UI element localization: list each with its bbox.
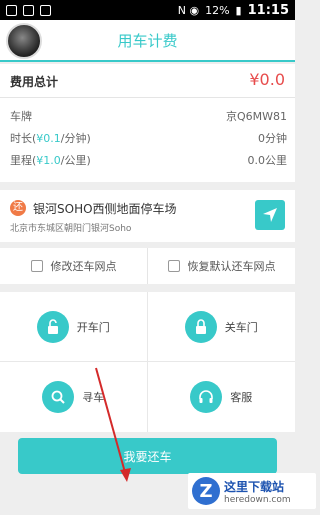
mileage-value: 0.0公里 [247,154,288,167]
plate-label: 车牌 [10,110,32,123]
parking-card: 还 银河SOHO西侧地面停车场 北京市东城区朝阳门银河Soho [0,190,295,242]
duration-row: 时长(¥0.1/分钟) 0分钟 [10,130,287,146]
parking-name: 银河SOHO西侧地面停车场 [33,202,177,216]
status-bar: N ◉ 12% ▮ 11:15 [0,0,295,20]
clock: 11:15 [247,2,289,18]
mileage-label: 里程(¥1.0/公里) [10,154,91,167]
fee-total-label: 费用总计 [10,75,59,89]
watermark-url: heredown.com [224,494,291,505]
restore-icon [167,260,180,272]
search-notification-icon [40,4,51,16]
navigate-button[interactable] [255,200,285,230]
fee-total-value: ¥0.0 [249,70,285,89]
divider [0,97,295,98]
parking-address: 北京市东城区朝阳门银河Soho [10,224,132,234]
modify-return-point-label: 修改还车网点 [50,260,117,273]
find-car-label: 寻车 [82,391,105,404]
duration-label: 时长(¥0.1/分钟) [10,132,91,145]
return-car-button[interactable]: 我要还车 [18,438,277,474]
restore-default-return-point-button[interactable]: 恢复默认还车网点 [148,248,295,284]
return-badge-icon: 还 [10,200,26,216]
duration-value: 0分钟 [258,132,287,145]
find-car-button[interactable]: 寻车 [0,362,148,432]
watermark-logo-icon: Z [192,477,220,505]
plate-row: 车牌 京Q6MW81 [10,108,287,124]
fee-card: 费用总计 ¥0.0 车牌 京Q6MW81 时长(¥0.1/分钟) 0分钟 里程(… [0,64,295,182]
signal-icon: N ◉ [177,3,200,17]
lock-icon [184,310,217,343]
lock-door-label: 关车门 [224,320,258,334]
plate-value: 京Q6MW81 [225,110,287,123]
page-title: 用车计费 [117,32,178,50]
return-options: 修改还车网点 恢复默认还车网点 [0,248,295,284]
notification-icon [6,4,17,16]
battery-icon: ▮ [235,3,242,17]
app-header: 用车计费 [0,20,295,62]
edit-icon [30,260,43,272]
navigation-arrow-icon [263,208,277,222]
customer-service-button[interactable]: 客服 [148,362,296,432]
unlock-icon [36,310,69,343]
modify-return-point-button[interactable]: 修改还车网点 [0,248,148,284]
unlock-door-label: 开车门 [76,320,110,334]
mileage-row: 里程(¥1.0/公里) 0.0公里 [10,152,287,168]
restore-default-return-point-label: 恢复默认还车网点 [187,260,276,273]
unlock-door-button[interactable]: 开车门 [0,292,148,362]
find-car-icon [42,381,75,413]
headset-icon [190,381,223,413]
image-icon [23,4,34,16]
watermark-title: 这里下载站 [224,479,285,494]
action-grid: 开车门 关车门 寻车 客服 [0,292,295,432]
customer-service-label: 客服 [230,391,253,404]
watermark: Z 这里下载站 heredown.com [188,473,316,509]
lock-door-button[interactable]: 关车门 [147,292,295,362]
battery-percent: 12% [205,3,230,17]
